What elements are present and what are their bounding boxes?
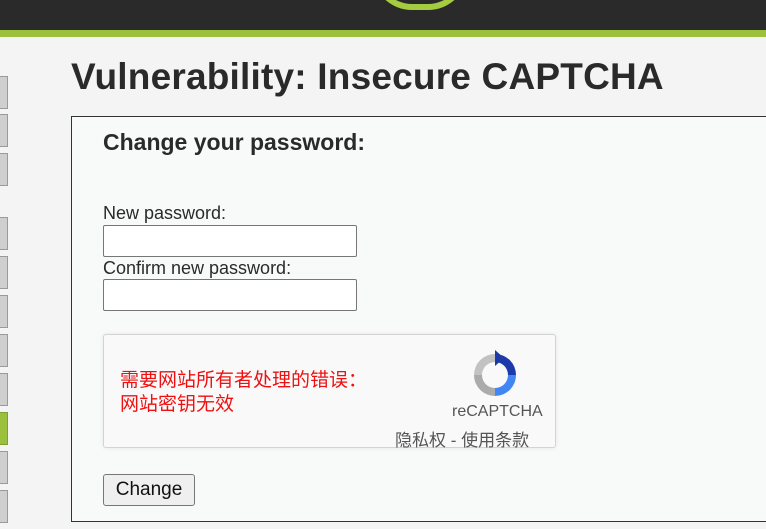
recaptcha-error-line: 网站密钥无效 — [120, 394, 235, 415]
logo-icon — [372, 0, 468, 10]
recaptcha-brand-label: reCAPTCHA — [452, 403, 543, 420]
new-password-label: New password: — [103, 203, 227, 223]
recaptcha-error-message: 需要网站所有者处理的错误： 网站密钥无效 — [120, 369, 410, 417]
privacy-link[interactable]: 隐私权 — [395, 431, 446, 450]
terms-link[interactable]: 使用条款 — [461, 431, 529, 450]
sidebar-item[interactable] — [0, 373, 8, 406]
sidebar-item[interactable] — [0, 217, 8, 250]
confirm-password-field[interactable] — [103, 279, 357, 311]
recaptcha-error-line: 需要网站所有者处理的错误： — [120, 370, 368, 391]
sidebar-item[interactable] — [0, 153, 8, 186]
vulnerable-code-area: Change your password: New password: Conf… — [71, 116, 766, 522]
recaptcha-links: 隐私权 - 使用条款 — [395, 426, 529, 451]
sidebar-item[interactable] — [0, 334, 8, 367]
confirm-password-label: Confirm new password: — [103, 258, 292, 278]
new-password-field[interactable] — [103, 225, 357, 257]
change-button[interactable]: Change — [103, 474, 195, 506]
form-heading: Change your password: — [103, 129, 365, 155]
sidebar-item[interactable] — [0, 451, 8, 484]
recaptcha-widget[interactable]: 需要网站所有者处理的错误： 网站密钥无效 reCAPTCHA 隐私权 - 使用条… — [103, 334, 556, 451]
recaptcha-logo-icon — [474, 350, 516, 396]
header-bar — [0, 0, 766, 30]
sidebar-item[interactable] — [0, 256, 8, 289]
sidebar-item[interactable] — [0, 114, 8, 147]
sidebar-item[interactable] — [0, 76, 8, 109]
page-title: Vulnerability: Insecure CAPTCHA — [71, 56, 664, 97]
header-accent-stripe — [0, 30, 766, 37]
link-separator: - — [446, 431, 462, 450]
sidebar-item[interactable] — [0, 490, 8, 523]
sidebar-item-active[interactable] — [0, 412, 8, 445]
sidebar-item[interactable] — [0, 295, 8, 328]
